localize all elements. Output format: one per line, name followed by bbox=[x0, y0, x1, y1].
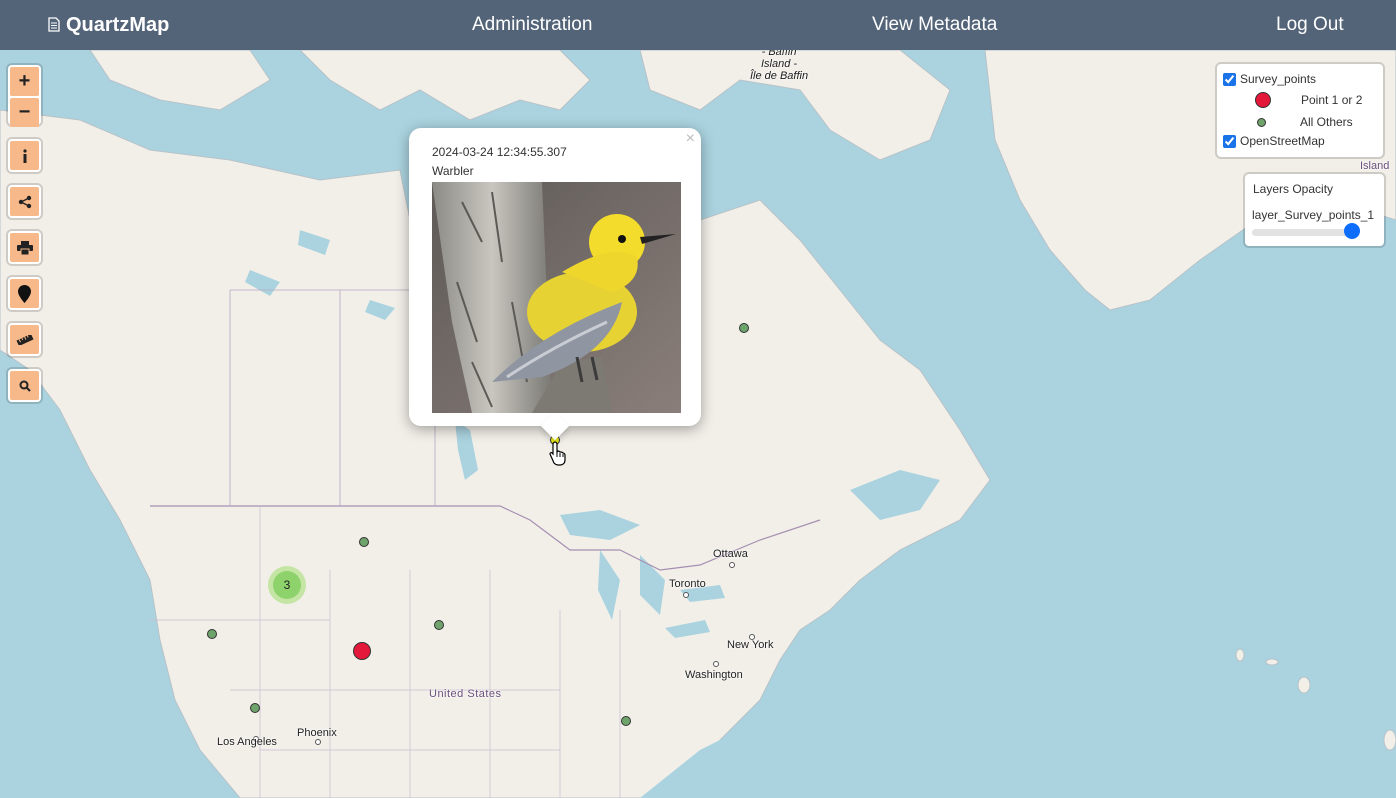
share-control bbox=[8, 185, 41, 218]
print-icon bbox=[16, 240, 33, 255]
nav-administration[interactable]: Administration bbox=[472, 0, 592, 50]
map-canvas[interactable]: + − - Baffin Island - Île de Baffin Isla… bbox=[0, 50, 1396, 798]
popup-species: Warbler bbox=[432, 164, 474, 178]
search-icon bbox=[19, 380, 31, 392]
layers-opacity-panel: Layers Opacity layer_Survey_points_1 bbox=[1245, 174, 1384, 246]
city-dot-toronto bbox=[683, 592, 689, 598]
layer-legend: Survey_points Point 1 or 2 All Others Op… bbox=[1217, 64, 1383, 157]
legend-entry-2-label: All Others bbox=[1300, 115, 1353, 129]
legend-base-layer: OpenStreetMap bbox=[1223, 134, 1325, 148]
location-pin-icon bbox=[18, 284, 31, 303]
survey-point[interactable] bbox=[739, 323, 749, 333]
marker-control bbox=[8, 277, 41, 310]
label-washington: Washington bbox=[685, 669, 743, 681]
survey-points-label: Survey_points bbox=[1240, 72, 1317, 86]
label-new-york: New York bbox=[727, 639, 774, 651]
warbler-photo bbox=[432, 182, 681, 413]
baffin-line-2: Island - bbox=[761, 58, 798, 70]
ruler-icon bbox=[15, 334, 34, 345]
opacity-title: Layers Opacity bbox=[1253, 182, 1334, 196]
zoom-in-label: + bbox=[18, 70, 31, 92]
share-button[interactable] bbox=[10, 187, 39, 216]
red-circle-icon bbox=[1255, 92, 1271, 108]
city-dot-phoenix bbox=[315, 739, 321, 745]
survey-point[interactable] bbox=[250, 703, 260, 713]
survey-point[interactable] bbox=[434, 620, 444, 630]
label-phoenix: Phoenix bbox=[297, 727, 337, 739]
print-control bbox=[8, 231, 41, 264]
nav-view-metadata[interactable]: View Metadata bbox=[872, 0, 997, 50]
point-cluster[interactable]: 3 bbox=[268, 566, 306, 604]
info-control bbox=[8, 139, 41, 172]
brand-label: QuartzMap bbox=[66, 14, 170, 36]
nav-log-out[interactable]: Log Out bbox=[1276, 0, 1344, 50]
openstreetmap-checkbox[interactable] bbox=[1223, 134, 1236, 148]
label-island-edge: Island bbox=[1360, 160, 1390, 172]
zoom-in-button[interactable]: + bbox=[10, 67, 39, 96]
survey-point[interactable] bbox=[359, 537, 369, 547]
brand-link[interactable]: QuartzMap bbox=[48, 0, 169, 50]
popup-timestamp: 2024-03-24 12:34:55.307 bbox=[432, 145, 567, 159]
legend-entry-all-others: All Others bbox=[1257, 115, 1353, 129]
zoom-control: + − bbox=[8, 65, 41, 127]
feature-popup: × 2024-03-24 12:34:55.307 Warbler bbox=[409, 128, 701, 441]
add-marker-button[interactable] bbox=[10, 279, 39, 308]
print-button[interactable] bbox=[10, 233, 39, 262]
openstreetmap-label: OpenStreetMap bbox=[1240, 134, 1325, 148]
label-united-states: United States bbox=[429, 688, 502, 700]
baffin-line-3: Île de Baffin bbox=[750, 70, 809, 82]
city-dot-washington bbox=[713, 661, 719, 667]
top-navbar: QuartzMap Administration View Metadata L… bbox=[0, 0, 1396, 50]
label-ottawa: Ottawa bbox=[713, 548, 748, 560]
hand-cursor-icon bbox=[549, 441, 566, 466]
baffin-line-1: - Baffin bbox=[761, 50, 797, 58]
document-icon bbox=[48, 1, 60, 51]
green-circle-icon bbox=[1257, 117, 1266, 127]
survey-point[interactable] bbox=[621, 716, 631, 726]
popup-close-button[interactable]: × bbox=[686, 130, 695, 148]
search-control bbox=[8, 369, 41, 402]
legend-entry-1-label: Point 1 or 2 bbox=[1301, 93, 1363, 107]
label-los-angeles: Los Angeles bbox=[217, 736, 277, 748]
zoom-out-label: − bbox=[18, 101, 31, 123]
opacity-layer-label: layer_Survey_points_1 bbox=[1252, 208, 1375, 222]
cluster-count: 3 bbox=[273, 571, 301, 599]
legend-entry-point-1-or-2: Point 1 or 2 bbox=[1255, 92, 1362, 108]
legend-survey-layer: Survey_points bbox=[1223, 72, 1316, 86]
opacity-slider-track[interactable] bbox=[1252, 229, 1352, 236]
opacity-slider-thumb[interactable] bbox=[1344, 223, 1360, 239]
survey-point-highlighted[interactable] bbox=[353, 642, 371, 660]
survey-point[interactable] bbox=[207, 629, 217, 639]
label-baffin-island: - Baffin Island - Île de Baffin bbox=[750, 50, 808, 82]
share-icon bbox=[18, 195, 31, 208]
survey-points-checkbox[interactable] bbox=[1223, 72, 1236, 86]
label-toronto: Toronto bbox=[669, 578, 706, 590]
info-icon bbox=[22, 148, 27, 163]
zoom-out-button[interactable]: − bbox=[10, 98, 39, 127]
measure-button[interactable] bbox=[10, 325, 39, 354]
search-button[interactable] bbox=[10, 371, 39, 400]
info-button[interactable] bbox=[10, 141, 39, 170]
city-dot-ottawa bbox=[729, 562, 735, 568]
measure-control bbox=[8, 323, 41, 356]
